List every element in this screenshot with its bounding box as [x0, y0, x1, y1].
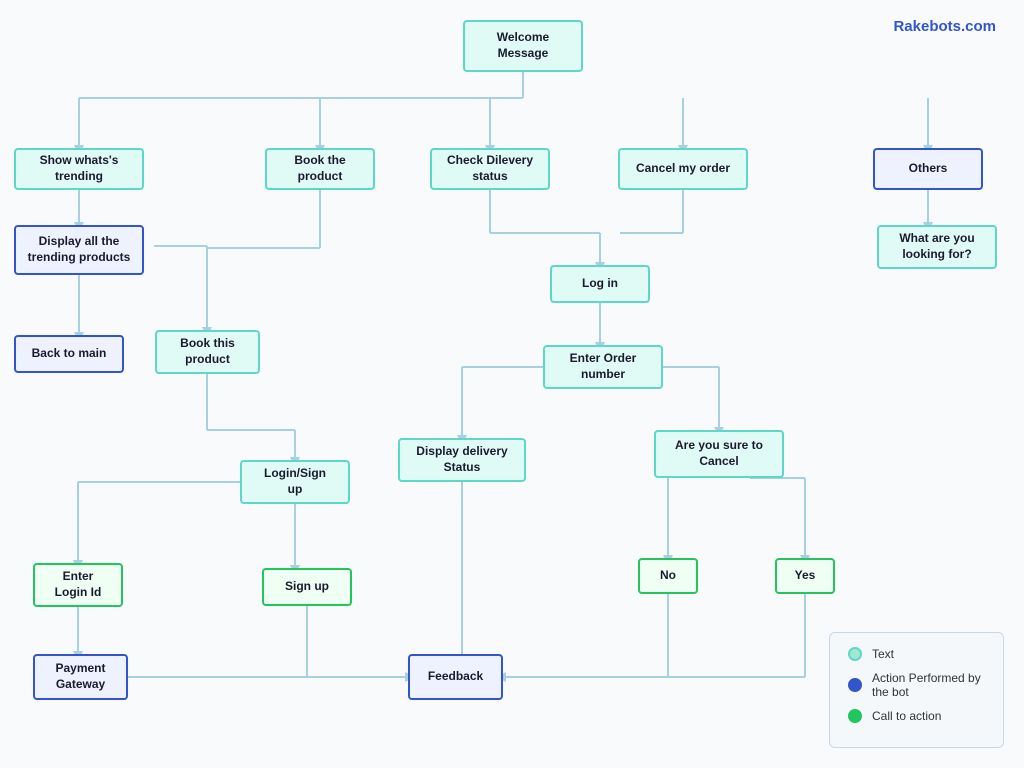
node-display-delivery: Display deliveryStatus [398, 438, 526, 482]
node-check-delivery: Check Dileverystatus [430, 148, 550, 190]
node-payment-gateway: PaymentGateway [33, 654, 128, 700]
node-what-looking: What are youlooking for? [877, 225, 997, 269]
legend-dot-cta [848, 709, 862, 723]
legend-label-cta: Call to action [872, 709, 941, 723]
node-no: No [638, 558, 698, 594]
legend: Text Action Performed by the bot Call to… [829, 632, 1004, 748]
legend-dot-action [848, 678, 862, 692]
legend-label-action: Action Performed by the bot [872, 671, 985, 699]
node-show-trending: Show whats's trending [14, 148, 144, 190]
node-login: Log in [550, 265, 650, 303]
node-book-this: Book thisproduct [155, 330, 260, 374]
node-display-trending: Display all thetrending products [14, 225, 144, 275]
legend-label-text: Text [872, 647, 894, 661]
node-cancel-order: Cancel my order [618, 148, 748, 190]
branding-label: Rakebots.com [893, 18, 996, 35]
legend-item-text: Text [848, 647, 985, 661]
legend-dot-text [848, 647, 862, 661]
node-back-main: Back to main [14, 335, 124, 373]
legend-item-action: Action Performed by the bot [848, 671, 985, 699]
node-book-product: Book theproduct [265, 148, 375, 190]
node-enter-login: EnterLogin Id [33, 563, 123, 607]
node-are-you-sure: Are you sure toCancel [654, 430, 784, 478]
legend-item-cta: Call to action [848, 709, 985, 723]
node-yes: Yes [775, 558, 835, 594]
node-feedback: Feedback [408, 654, 503, 700]
node-welcome: WelcomeMessage [463, 20, 583, 72]
node-enter-order: Enter Ordernumber [543, 345, 663, 389]
node-login-signup: Login/Signup [240, 460, 350, 504]
node-sign-up: Sign up [262, 568, 352, 606]
flowchart-canvas: Rakebots.com [0, 0, 1024, 768]
node-others: Others [873, 148, 983, 190]
